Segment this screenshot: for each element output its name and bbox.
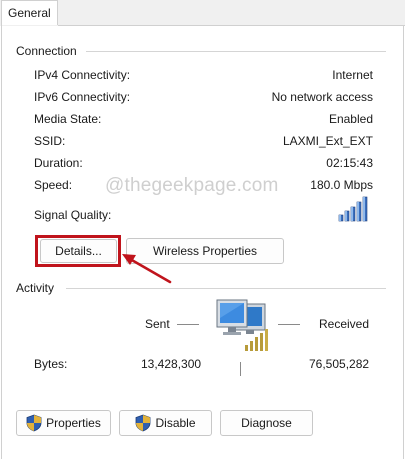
ipv4-connectivity-value: Internet [332, 68, 373, 82]
connection-group-title: Connection [16, 44, 77, 58]
tab-divider [58, 25, 405, 26]
duration-value: 02:15:43 [326, 156, 373, 170]
received-label: Received [319, 317, 370, 331]
received-dash [278, 324, 300, 325]
sent-dash [177, 324, 199, 325]
properties-button[interactable]: Properties [16, 410, 111, 436]
arrow-annotation-icon [122, 254, 172, 284]
signal-quality-label: Signal Quality: [34, 208, 112, 222]
signal-bars-icon [338, 196, 368, 222]
highlight-box [35, 235, 121, 267]
diagnose-button[interactable]: Diagnose [220, 410, 313, 436]
connection-group-line [86, 51, 386, 52]
properties-button-label: Properties [46, 416, 101, 430]
network-computers-icon [216, 299, 268, 351]
bytes-sent-value: 13,428,300 [141, 357, 202, 371]
sent-label: Sent [145, 317, 170, 331]
disable-button[interactable]: Disable [119, 410, 212, 436]
speed-value: 180.0 Mbps [310, 178, 373, 192]
disable-button-label: Disable [155, 416, 196, 430]
media-state-label: Media State: [34, 112, 102, 126]
panel-border [403, 25, 404, 459]
watermark-text: @thegeekpage.com [105, 175, 279, 196]
panel-border [1, 25, 2, 459]
tab-general[interactable]: General [1, 0, 58, 25]
duration-label: Duration: [34, 156, 83, 170]
activity-divider [240, 362, 241, 376]
tab-strip [0, 0, 405, 26]
ipv6-connectivity-label: IPv6 Connectivity: [34, 90, 131, 104]
media-state-value: Enabled [328, 112, 373, 126]
bytes-received-value: 76,505,282 [309, 357, 370, 371]
ssid-label: SSID: [34, 134, 66, 148]
activity-group-title: Activity [16, 281, 55, 295]
bytes-label: Bytes: [34, 357, 68, 371]
ipv4-connectivity-label: IPv4 Connectivity: [34, 68, 131, 82]
shield-icon [26, 414, 42, 432]
speed-label: Speed: [34, 178, 73, 192]
ssid-value: LAXMI_Ext_EXT [282, 134, 373, 148]
activity-group-line [66, 288, 386, 289]
ipv6-connectivity-value: No network access [271, 90, 373, 104]
tab-general-label: General [8, 6, 51, 20]
shield-icon [136, 414, 151, 432]
